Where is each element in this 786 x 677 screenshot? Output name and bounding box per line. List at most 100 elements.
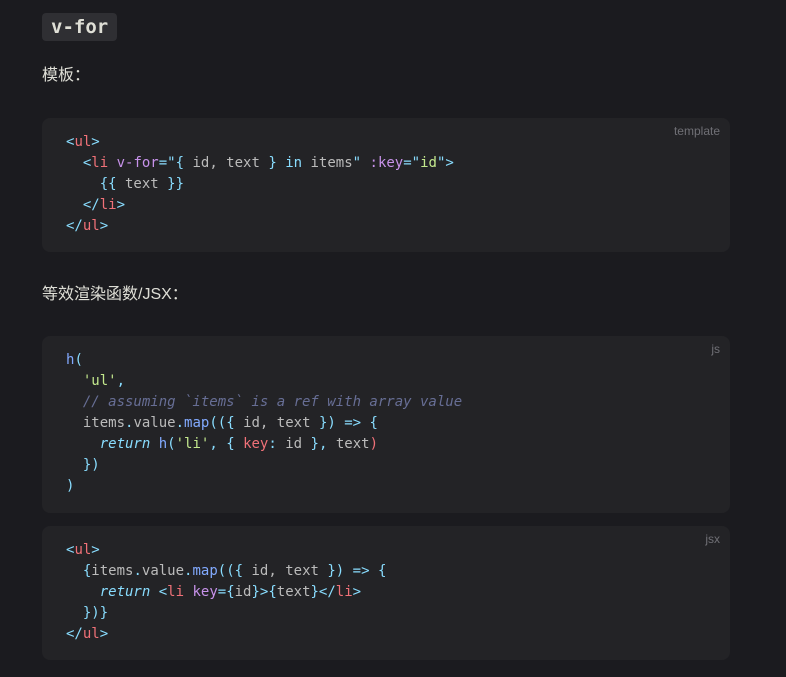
- code-token: map: [184, 415, 210, 431]
- code-token: >: [352, 584, 362, 600]
- code-token: {{: [99, 176, 117, 192]
- code-token: =>: [344, 415, 362, 431]
- code-token: return: [99, 584, 151, 600]
- code-lang-label: jsx: [705, 532, 720, 546]
- code-token: id: [420, 155, 437, 171]
- code-token: <: [158, 584, 168, 600]
- code-token: ": [352, 155, 362, 171]
- code-token: 'ul': [82, 373, 117, 389]
- code-token: li: [167, 584, 185, 600]
- code-token: ul: [74, 542, 92, 558]
- code-token: (({: [209, 415, 235, 431]
- code-token: {: [175, 155, 193, 171]
- code-token: :key: [369, 155, 404, 171]
- code-line: </li>: [66, 197, 125, 213]
- code-line: {{ text }}: [66, 176, 184, 192]
- code-token: ul: [82, 218, 100, 234]
- code-lang-label: js: [711, 342, 720, 356]
- code-line: <ul>: [66, 134, 100, 150]
- code-line: ): [66, 478, 74, 494]
- code-token: }): [318, 415, 336, 431]
- code-token: li: [335, 584, 353, 600]
- code-token: // assuming `items` is a ref with array …: [82, 394, 463, 410]
- code-line: items.value.map(({ id, text }) => {: [66, 415, 378, 431]
- code-token: ,: [209, 436, 218, 452]
- code-content: <ul> <li v-for="{ id, text } in items" :…: [42, 118, 730, 251]
- code-block-js: js h( 'ul', // assuming `items` is a ref…: [42, 336, 730, 513]
- code-line: </ul>: [66, 218, 108, 234]
- code-token: value: [141, 563, 185, 579]
- code-line: return h('li', { key: id }, text): [66, 436, 378, 452]
- code-token: =": [403, 155, 421, 171]
- code-line: <li v-for="{ id, text } in items" :key="…: [66, 155, 454, 171]
- code-lang-label: template: [673, 124, 720, 138]
- code-token: (: [167, 436, 176, 452]
- code-token: }</: [310, 584, 336, 600]
- code-token: key: [192, 584, 218, 600]
- code-line: </ul>: [66, 626, 108, 642]
- code-token: {: [369, 415, 378, 431]
- code-line: {items.value.map(({ id, text }) => {: [66, 563, 387, 579]
- code-token: ): [369, 436, 378, 452]
- code-token: }): [82, 457, 100, 473]
- code-token: value: [133, 415, 176, 431]
- code-token: </: [66, 626, 83, 642]
- code-token: 'li': [175, 436, 210, 452]
- code-line: 'ul',: [66, 373, 125, 389]
- code-token: </: [82, 197, 100, 213]
- code-token: ,: [116, 373, 126, 389]
- section-heading: v-for: [42, 13, 118, 41]
- code-line: <ul>: [66, 542, 100, 558]
- code-token: }>{: [251, 584, 277, 600]
- code-token: key: [243, 436, 269, 452]
- code-token: {: [226, 436, 235, 452]
- code-token: >: [116, 197, 126, 213]
- code-token: ul: [82, 626, 100, 642]
- code-token: =": [158, 155, 176, 171]
- code-token: :: [268, 436, 277, 452]
- code-line: // assuming `items` is a ref with array …: [66, 394, 462, 410]
- code-token: in: [285, 155, 303, 171]
- code-token: h: [158, 436, 168, 452]
- code-token: li: [99, 197, 117, 213]
- code-block-jsx: jsx <ul> {items.value.map(({ id, text })…: [42, 526, 730, 660]
- code-line: h(: [66, 352, 83, 368]
- code-token: }: [310, 436, 319, 452]
- code-token: items: [66, 415, 126, 431]
- code-token: text: [116, 176, 168, 192]
- code-line: return <li key={id}>{text}</li>: [66, 584, 361, 600]
- code-token: id, text: [234, 415, 319, 431]
- code-token: text: [276, 584, 311, 600]
- code-token: (({: [217, 563, 244, 579]
- code-line: }): [66, 457, 100, 473]
- code-token: .: [175, 415, 185, 431]
- code-token: {: [377, 563, 387, 579]
- code-token: items: [91, 563, 134, 579]
- code-token: id, text: [192, 155, 269, 171]
- code-token: >: [91, 542, 100, 558]
- code-token: map: [192, 563, 218, 579]
- code-token: >: [99, 626, 109, 642]
- code-token: li: [91, 155, 109, 171]
- code-token: return: [99, 436, 151, 452]
- code-token: </: [66, 218, 83, 234]
- code-token: ): [66, 478, 75, 494]
- code-line: })}: [66, 605, 108, 621]
- code-token: }): [327, 563, 345, 579]
